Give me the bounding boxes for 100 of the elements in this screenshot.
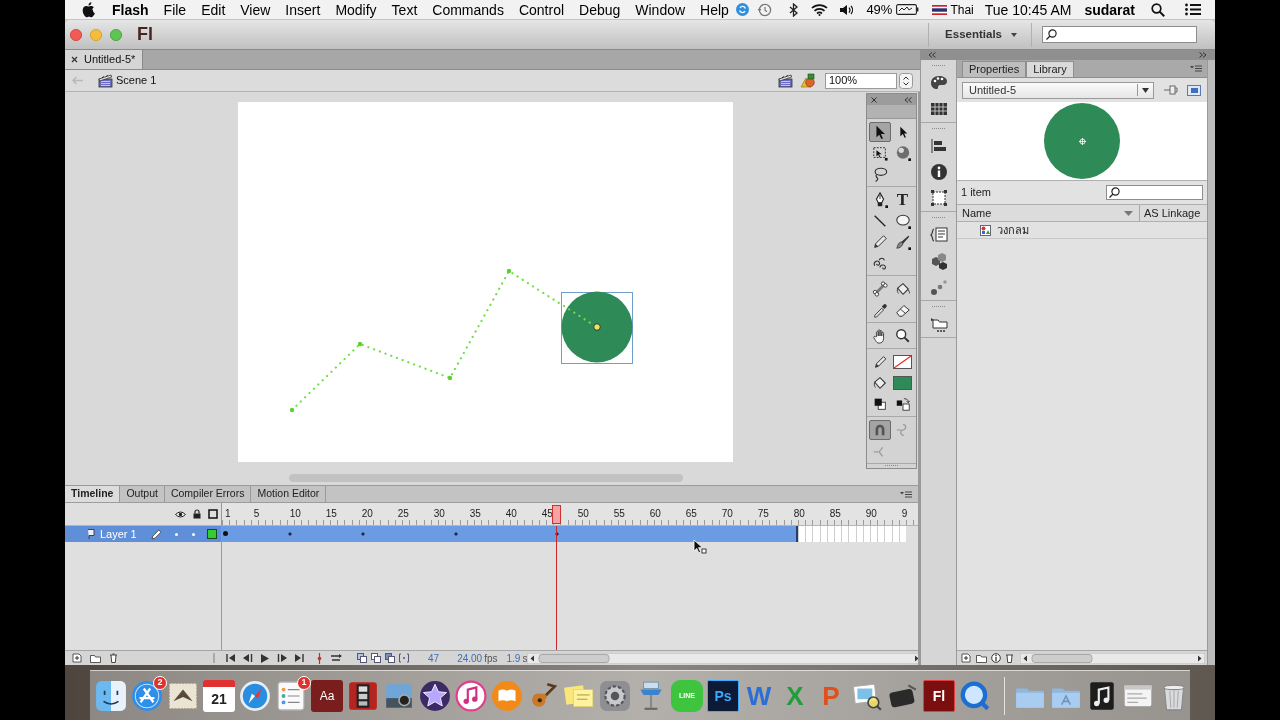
- menu-item[interactable]: View: [240, 2, 271, 17]
- new-folder-icon[interactable]: [976, 653, 987, 663]
- property-keyframe-icon[interactable]: [453, 532, 458, 536]
- shapes-icon[interactable]: [800, 73, 816, 88]
- gear-icon[interactable]: [599, 679, 631, 712]
- collapse-icon[interactable]: [904, 96, 912, 103]
- grid-swatches-icon[interactable]: [929, 100, 948, 118]
- clapperboard-icon[interactable]: [778, 73, 793, 88]
- properties-icon[interactable]: [991, 653, 1001, 663]
- new-folder-icon[interactable]: [90, 653, 101, 663]
- user-name[interactable]: sudarat: [1084, 2, 1135, 17]
- ring-icon[interactable]: [959, 679, 991, 712]
- checklist-icon[interactable]: [275, 679, 307, 712]
- column-header[interactable]: AS Linkage: [1140, 205, 1207, 221]
- folder-icon[interactable]: [929, 315, 948, 333]
- flag-icon[interactable]: [932, 4, 948, 15]
- cubes-icon[interactable]: [929, 252, 948, 270]
- collapse-icon[interactable]: [928, 52, 936, 58]
- app-menu[interactable]: Flash: [112, 2, 149, 17]
- bluetooth-icon[interactable]: [789, 2, 799, 17]
- clapperboard-icon[interactable]: [98, 73, 113, 88]
- menu-item[interactable]: File: [163, 2, 187, 17]
- step-forward-icon[interactable]: [277, 654, 287, 662]
- dot-icon[interactable]: [175, 532, 178, 536]
- close-icon[interactable]: [71, 56, 78, 63]
- grip-icon[interactable]: [931, 304, 946, 308]
- face-icon[interactable]: [95, 679, 127, 712]
- property-keyframe-icon[interactable]: [360, 532, 365, 536]
- no-color-swatch-icon[interactable]: [893, 354, 912, 369]
- onion-markers-icon[interactable]: [399, 653, 409, 663]
- transform-point-icon[interactable]: [593, 323, 601, 331]
- onion-outline-icon[interactable]: [371, 653, 381, 663]
- align-icon[interactable]: [929, 137, 948, 155]
- property-keyframe-icon[interactable]: [554, 532, 559, 536]
- step-back-icon[interactable]: [243, 654, 253, 662]
- last-frame-icon[interactable]: [295, 654, 304, 662]
- code-snippet-icon[interactable]: [929, 226, 948, 244]
- pin-icon[interactable]: [1163, 84, 1178, 96]
- text-tool[interactable]: T: [891, 189, 914, 210]
- column-header[interactable]: Name: [957, 205, 1140, 221]
- dock-app[interactable]: 21: [203, 679, 235, 712]
- palette-icon[interactable]: [929, 74, 948, 92]
- tool-button[interactable]: [868, 121, 891, 142]
- photo-strip-icon[interactable]: [347, 679, 379, 712]
- playhead[interactable]: [552, 505, 562, 524]
- close-window-icon[interactable]: [70, 28, 82, 41]
- layer-color-icon[interactable]: [207, 529, 217, 539]
- dock-app[interactable]: Ps: [707, 679, 739, 712]
- zoom-field[interactable]: 100%: [825, 72, 897, 89]
- trash-icon[interactable]: [1005, 653, 1014, 663]
- transform-icon[interactable]: [929, 189, 948, 207]
- menu-item[interactable]: Insert: [285, 2, 321, 17]
- keyframe-dot-icon[interactable]: [222, 531, 228, 536]
- panel-menu-icon[interactable]: [900, 490, 912, 498]
- library-item-name[interactable]: วงกลม: [997, 221, 1029, 239]
- property-keyframe-icon[interactable]: [288, 532, 293, 536]
- pencils-circle-icon[interactable]: [131, 679, 163, 712]
- grip-icon[interactable]: [931, 126, 946, 130]
- stepper-icon[interactable]: [899, 72, 913, 89]
- sync-icon[interactable]: [736, 3, 750, 16]
- menu-item[interactable]: Commands: [432, 2, 504, 17]
- info-icon[interactable]: [929, 163, 948, 181]
- document-tab[interactable]: Untitled-5*: [65, 50, 144, 69]
- library-search-field[interactable]: [1106, 185, 1203, 200]
- workspace-switcher[interactable]: Essentials: [945, 25, 1017, 44]
- menu-item[interactable]: Window: [635, 2, 686, 17]
- panel-tab[interactable]: Properties: [962, 61, 1027, 77]
- onion-skin-icon[interactable]: [357, 653, 367, 663]
- circle-symbol[interactable]: [561, 291, 633, 364]
- grip-icon[interactable]: [931, 63, 946, 67]
- menu-item[interactable]: Text: [391, 2, 418, 17]
- battery-icon[interactable]: [896, 4, 920, 15]
- panel-tab[interactable]: Timeline: [65, 486, 121, 502]
- menu-clock[interactable]: Tue 10:45 AM: [984, 2, 1072, 17]
- play-icon[interactable]: [261, 653, 269, 663]
- outline-square-icon[interactable]: [208, 509, 218, 519]
- dots-trail-icon[interactable]: [929, 278, 948, 296]
- dot-icon[interactable]: [192, 532, 195, 536]
- new-library-icon[interactable]: [1187, 84, 1202, 96]
- dock-app[interactable]: Fl: [923, 679, 955, 712]
- search-icon[interactable]: [1151, 2, 1165, 17]
- fill-color-swatch-icon[interactable]: [893, 375, 912, 390]
- menu-item[interactable]: Debug: [579, 2, 621, 17]
- first-frame-icon[interactable]: [226, 654, 235, 662]
- trash-icon[interactable]: [109, 653, 118, 663]
- panel-menu-icon[interactable]: [1190, 65, 1202, 72]
- horizontal-scrollbar[interactable]: [1020, 652, 1205, 664]
- edit-multiple-frames-icon[interactable]: [385, 653, 395, 663]
- apple-logo-icon[interactable]: [82, 1, 95, 18]
- new-symbol-icon[interactable]: [961, 653, 971, 663]
- menu-item[interactable]: Help: [700, 2, 729, 17]
- menu-list-icon[interactable]: [1185, 3, 1201, 16]
- eye-icon[interactable]: [175, 510, 186, 518]
- compass-icon[interactable]: [239, 679, 271, 712]
- grip-icon[interactable]: [931, 215, 946, 219]
- new-layer-icon[interactable]: [72, 653, 82, 663]
- open-book-icon[interactable]: [491, 679, 523, 712]
- library-dropdown[interactable]: Untitled-5: [962, 81, 1154, 99]
- close-icon[interactable]: [871, 96, 877, 103]
- loop-icon[interactable]: [330, 654, 343, 662]
